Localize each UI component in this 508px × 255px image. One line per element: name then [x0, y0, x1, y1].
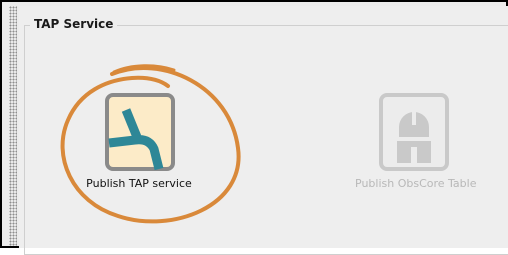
publish-obscore-table-button: Publish ObsCore Table	[355, 93, 508, 233]
tool-label: Publish TAP service	[86, 177, 192, 190]
group-title: TAP Service	[30, 16, 118, 32]
tool-label-disabled: Publish ObsCore Table	[355, 177, 477, 190]
resize-grip[interactable]	[9, 6, 17, 246]
publish-tap-service-button[interactable]: Publish TAP service	[79, 93, 199, 233]
observatory-icon	[379, 93, 449, 171]
branch-icon	[105, 93, 175, 171]
